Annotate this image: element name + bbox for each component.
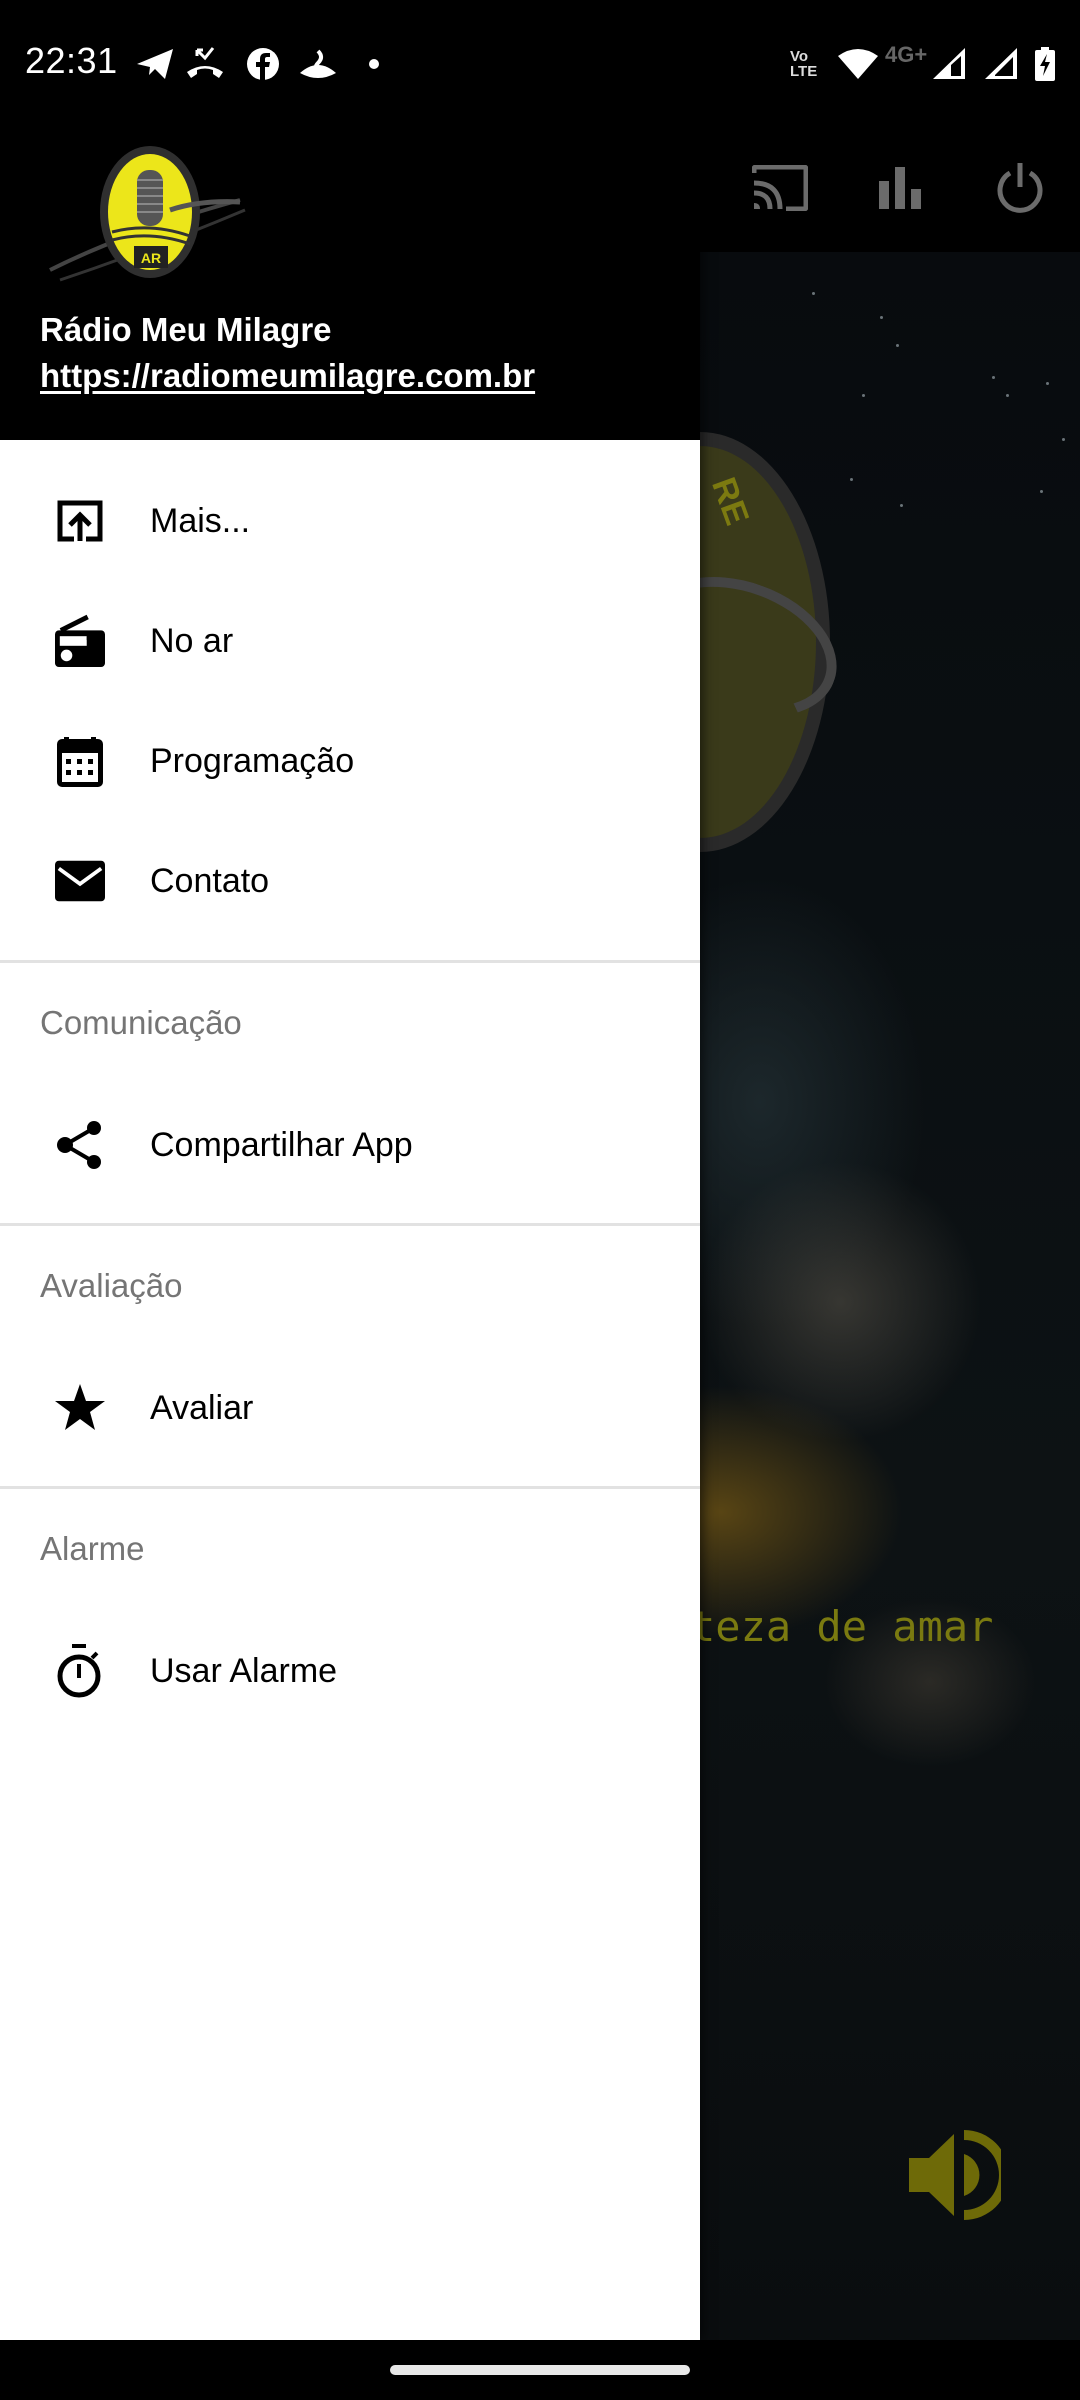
status-bar: 22:31 Vo LTE 4G+ [0, 0, 1080, 128]
star-dot [896, 344, 899, 347]
menu-item-contato[interactable]: Contato [0, 821, 700, 941]
volume-button[interactable] [900, 2122, 1010, 2232]
radio-icon [55, 614, 105, 667]
menu-item-label: Avaliar [150, 1388, 254, 1427]
section-title-comunicacao: Comunicação [40, 1004, 242, 1041]
menu-item-no-ar[interactable]: No ar [0, 581, 700, 701]
signal-icon-2 [985, 46, 1019, 82]
bar-chart-icon [879, 166, 921, 214]
facebook-icon [246, 46, 280, 82]
star-dot [1006, 394, 1009, 397]
star-icon [55, 1383, 105, 1433]
home-gesture-handle[interactable] [390, 2365, 690, 2375]
star-dot [1062, 438, 1065, 441]
divider [0, 1223, 700, 1226]
network-type-label: 4G+ [885, 42, 928, 67]
system-navigation-bar [0, 2340, 1080, 2400]
battery-charging-icon [1034, 46, 1056, 82]
section-title-alarme: Alarme [40, 1530, 145, 1567]
lyrics-text: teza de amar [700, 1602, 994, 1651]
timer-icon [55, 1644, 105, 1698]
volte-line2: LTE [790, 63, 818, 80]
menu-item-label: Programação [150, 741, 355, 780]
divider [0, 960, 700, 963]
menu-item-label: Mais... [150, 501, 251, 540]
menu-item-programacao[interactable]: Programação [0, 701, 700, 821]
logo-badge: AR [141, 250, 161, 266]
email-icon [55, 856, 105, 906]
open-in-new-icon [55, 496, 105, 546]
station-logo: AR [40, 140, 250, 290]
wifi-icon [838, 46, 878, 82]
share-icon [55, 1120, 105, 1170]
menu-item-mais[interactable]: Mais... [0, 461, 700, 581]
section-title-avaliacao: Avaliação [40, 1267, 183, 1304]
menu-item-label: Usar Alarme [150, 1651, 338, 1690]
drawer-header: AR Rádio Meu Milagre https://radiomeumil… [0, 128, 700, 440]
divider [0, 1486, 700, 1489]
star-dot [880, 316, 883, 319]
navigation-drawer: AR Rádio Meu Milagre https://radiomeumil… [0, 128, 700, 2340]
power-icon [995, 162, 1045, 218]
star-dot [1046, 382, 1049, 385]
star-dot [850, 478, 853, 481]
station-name: Rádio Meu Milagre [40, 311, 332, 348]
santander-icon [298, 46, 338, 82]
volume-icon [909, 2129, 1009, 2225]
player-content: RE teza de amar [700, 252, 1080, 2340]
volte-icon: Vo LTE [790, 46, 817, 82]
cast-button[interactable] [740, 150, 820, 230]
menu-item-avaliar[interactable]: Avaliar [0, 1348, 700, 1468]
star-dot [900, 504, 903, 507]
menu-item-label: Contato [150, 861, 270, 900]
menu-item-compartilhar-app[interactable]: Compartilhar App [0, 1085, 700, 1205]
menu-item-usar-alarme[interactable]: Usar Alarme [0, 1611, 700, 1731]
more-dot-icon [368, 46, 380, 82]
signal-icon [933, 46, 967, 82]
station-url-link[interactable]: https://radiomeumilagre.com.br [40, 357, 535, 395]
star-dot [1040, 490, 1043, 493]
power-button[interactable] [980, 150, 1060, 230]
volte-line1: Vo [790, 48, 809, 65]
star-dot [992, 376, 995, 379]
star-dot [862, 394, 865, 397]
status-time: 22:31 [25, 40, 118, 81]
telegram-icon [135, 46, 175, 82]
menu-item-label: No ar [150, 621, 234, 660]
equalizer-button[interactable] [860, 150, 940, 230]
star-dot [812, 292, 815, 295]
menu-item-label: Compartilhar App [150, 1125, 413, 1164]
missed-call-icon [185, 46, 225, 82]
cast-icon [751, 164, 809, 216]
calendar-icon [55, 736, 105, 787]
